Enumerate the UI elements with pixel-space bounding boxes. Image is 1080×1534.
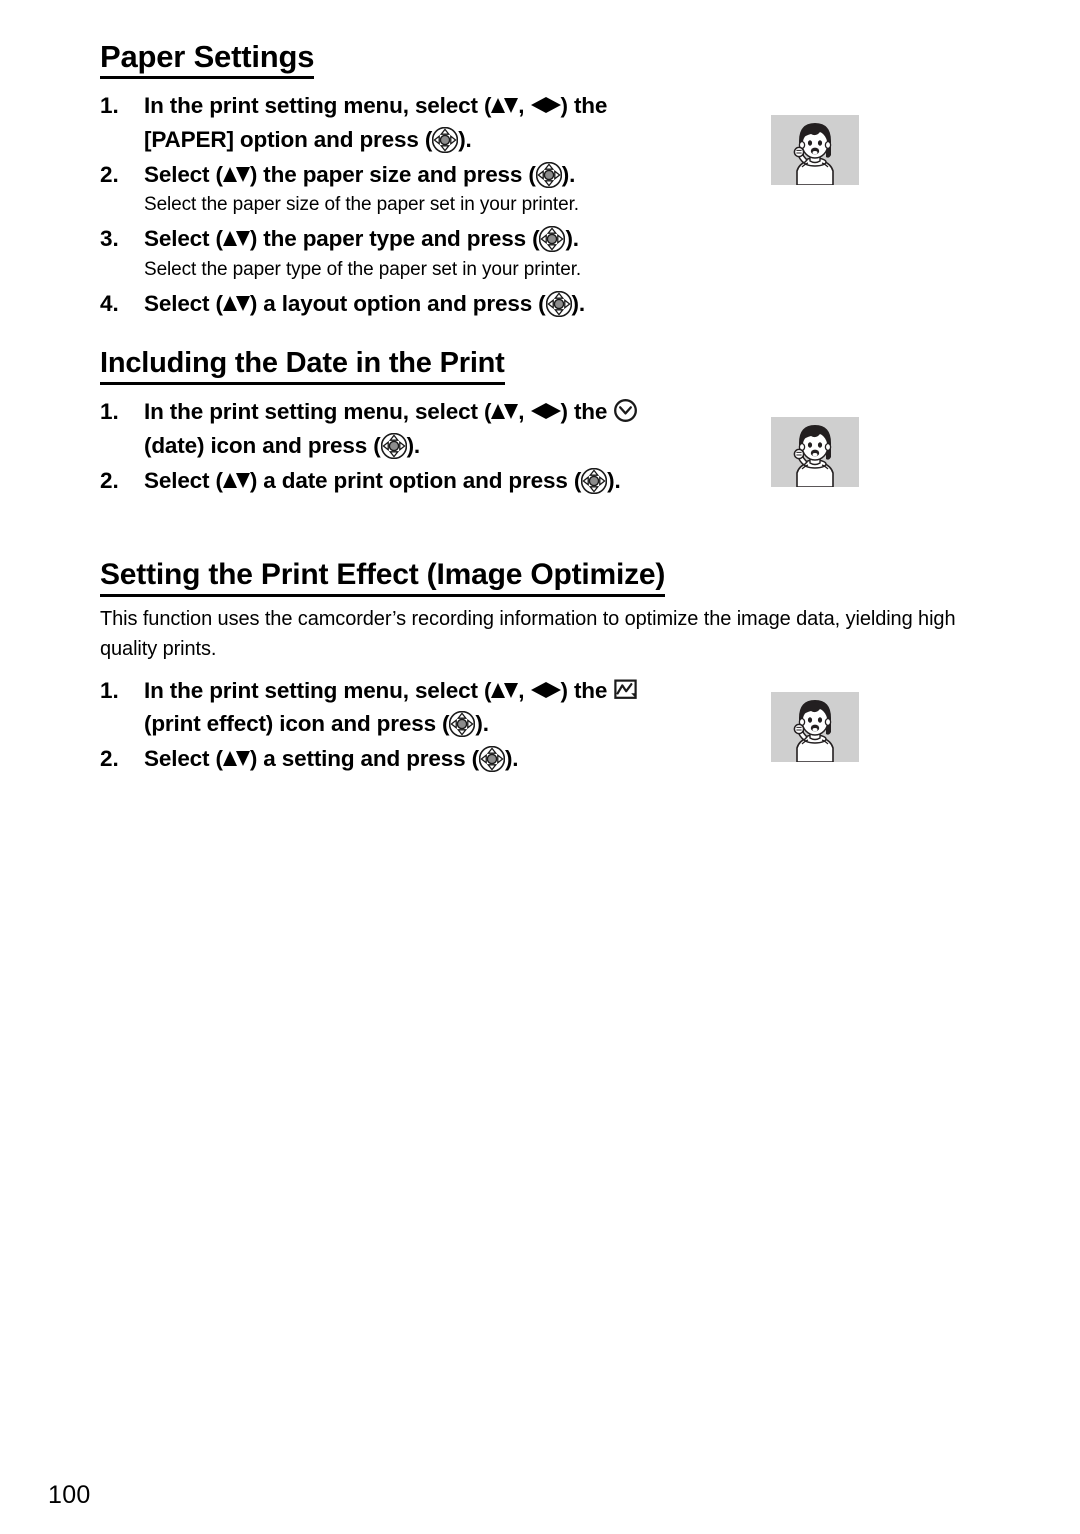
joystick-set-icon: [380, 432, 407, 459]
step-text-part: ).: [607, 467, 621, 493]
step-text-part: Select (: [144, 746, 223, 772]
step-text-part: ,: [518, 93, 531, 119]
step-text-part: ) the: [560, 677, 608, 703]
step-text-part: ).: [475, 711, 489, 737]
step-text-part: In the print setting menu, select (: [144, 93, 492, 119]
step-number: 2.: [100, 162, 119, 188]
step-text-part: ,: [518, 399, 531, 425]
section-print-effect: Setting the Print Effect (Image Optimize…: [100, 558, 960, 598]
step-text-part: ).: [458, 126, 472, 152]
step-text-part: (date) icon and press (: [144, 432, 381, 458]
step-text-part: In the print setting menu, select (: [144, 399, 492, 425]
up-down-arrows-icon: [491, 682, 519, 699]
cheering-person-illustration-3: [771, 692, 859, 762]
step-number: 2.: [100, 467, 119, 493]
step-item: 4. Select ( ) a layout option and press (…: [100, 287, 960, 320]
step-text: Select () the paper type and press ( ). …: [144, 222, 960, 283]
step-item: 3. Select () the paper type and press ( …: [100, 222, 960, 283]
step-note: Select the paper type of the paper set i…: [144, 258, 582, 280]
step-text-part: ).: [565, 226, 579, 252]
heading-print-effect: Setting the Print Effect (Image Optimize…: [100, 558, 665, 598]
joystick-set-icon: [432, 126, 459, 153]
step-text-part: Select (: [144, 162, 223, 188]
step-text-part: Select (: [144, 226, 223, 252]
step-note: Select the paper size of the paper set i…: [144, 194, 579, 216]
step-number: 1.: [100, 399, 119, 425]
page-number: 100: [48, 1481, 91, 1509]
step-text-part: ) a date print option and press (: [249, 467, 582, 493]
step-number: 1.: [100, 677, 119, 703]
joystick-set-icon: [449, 711, 476, 738]
cheering-person-illustration-1: [771, 115, 859, 185]
print-effect-description: This function uses the camcorder’s recor…: [100, 608, 956, 660]
step-text-part: ) a setting and press (: [249, 746, 479, 772]
step-text-part: ).: [504, 746, 519, 772]
up-down-arrows-icon: [222, 166, 250, 183]
step-number: 1.: [100, 93, 119, 119]
left-right-arrows-icon: [530, 97, 561, 114]
step-text-part: ) the paper size and press (: [249, 162, 536, 188]
step-text-part: ) a layout option and press (: [249, 290, 546, 316]
step-text-part: ) the: [560, 93, 608, 119]
image-optimize-icon: [613, 677, 638, 702]
manual-page: Paper Settings 1. In the print setting m…: [0, 0, 1080, 1534]
step-text-part: (print effect) icon and press (: [144, 711, 450, 737]
joystick-set-icon: [581, 467, 608, 494]
heading-paper-settings: Paper Settings: [100, 40, 314, 80]
step-text-part: ) the: [560, 399, 608, 425]
step-text: Select ( ) a layout option and press ( ).: [144, 287, 960, 320]
clock-date-icon: [613, 398, 638, 423]
section-paper-settings: Paper Settings: [100, 40, 960, 80]
joystick-set-icon: [545, 290, 572, 317]
step-text-part: [PAPER] option and press (: [144, 126, 433, 152]
step-text-part: ).: [406, 432, 421, 458]
up-down-arrows-icon: [222, 295, 250, 312]
step-text-part: ).: [571, 290, 586, 316]
joystick-set-icon: [535, 162, 562, 189]
step-text-part: Select (: [144, 467, 223, 493]
up-down-arrows-icon: [222, 230, 250, 247]
up-down-arrows-icon: [491, 403, 519, 420]
up-down-arrows-icon: [222, 750, 250, 767]
left-right-arrows-icon: [530, 681, 561, 699]
heading-including-date: Including the Date in the Print: [100, 347, 505, 386]
step-text-part: In the print setting menu, select (: [144, 677, 492, 703]
step-number: 2.: [100, 746, 119, 772]
joystick-set-icon: [478, 746, 505, 773]
left-right-arrows-icon: [530, 403, 561, 420]
step-text-part: Select (: [144, 290, 223, 316]
joystick-set-icon: [539, 226, 566, 253]
step-text-part: ,: [518, 677, 531, 703]
up-down-arrows-icon: [491, 97, 519, 114]
step-number: 4.: [100, 290, 119, 316]
section-including-date: Including the Date in the Print: [100, 347, 960, 386]
step-text-part: ).: [561, 162, 576, 188]
step-text-part: ) the paper type and press (: [249, 226, 540, 252]
step-number: 3.: [100, 226, 119, 252]
cheering-person-illustration-2: [771, 417, 859, 487]
up-down-arrows-icon: [222, 472, 250, 489]
